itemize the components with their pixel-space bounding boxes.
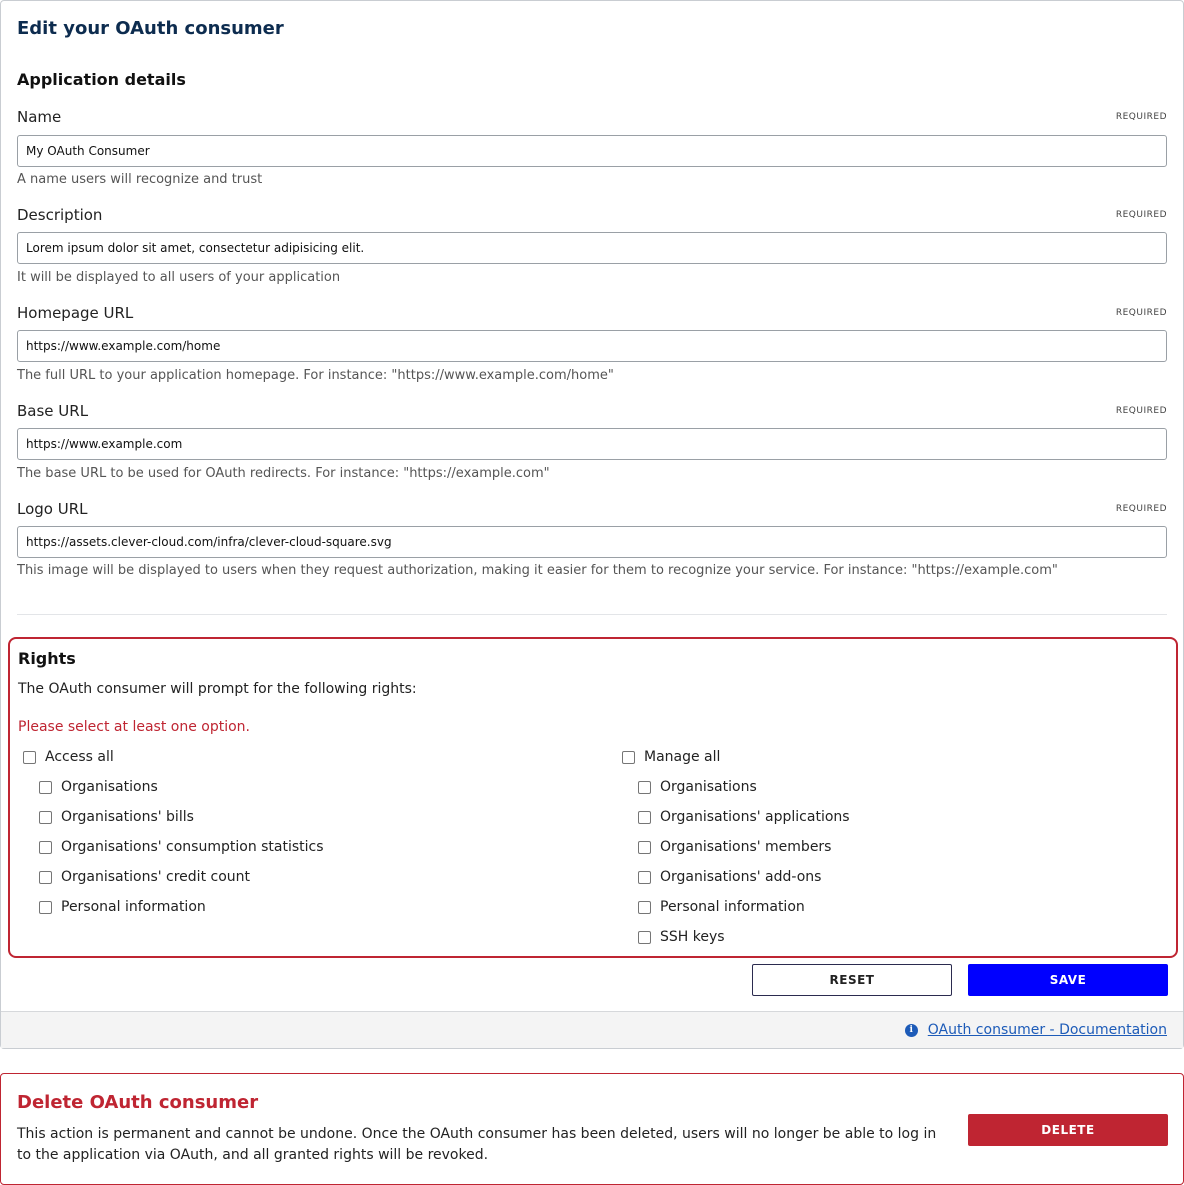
checkbox-box[interactable] bbox=[638, 780, 651, 794]
checkbox-box[interactable] bbox=[23, 750, 36, 764]
logo-url-label: Logo URL bbox=[17, 500, 88, 518]
description-input[interactable]: Lorem ipsum dolor sit amet, consectetur … bbox=[17, 232, 1167, 264]
access-credit-count-checkbox[interactable]: Organisations' credit count bbox=[39, 869, 250, 885]
checkbox-box[interactable] bbox=[638, 900, 651, 914]
homepage-url-required-tag: REQUIRED bbox=[1115, 308, 1167, 318]
homepage-url-field: Homepage URL REQUIRED https://www.exampl… bbox=[17, 304, 1167, 384]
delete-heading: Delete OAuth consumer bbox=[17, 1092, 259, 1113]
manage-all-label: Manage all bbox=[644, 749, 721, 765]
access-all-checkbox[interactable]: Access all bbox=[23, 749, 114, 765]
base-url-field: Base URL REQUIRED https://www.example.co… bbox=[17, 402, 1167, 482]
manage-addons-checkbox[interactable]: Organisations' add-ons bbox=[638, 869, 821, 885]
checkbox-box[interactable] bbox=[638, 840, 651, 854]
documentation-link-text: OAuth consumer - Documentation bbox=[927, 1022, 1167, 1038]
manage-members-label: Organisations' members bbox=[660, 839, 832, 855]
logo-url-field: Logo URL REQUIRED https://assets.clever-… bbox=[17, 500, 1167, 580]
checkbox-box[interactable] bbox=[39, 870, 52, 884]
access-organisations-bills-checkbox[interactable]: Organisations' bills bbox=[39, 809, 194, 825]
manage-ssh-keys-label: SSH keys bbox=[660, 929, 725, 945]
access-consumption-statistics-label: Organisations' consumption statistics bbox=[61, 839, 324, 855]
checkbox-box[interactable] bbox=[39, 840, 52, 854]
manage-ssh-keys-checkbox[interactable]: SSH keys bbox=[638, 929, 725, 945]
access-consumption-statistics-checkbox[interactable]: Organisations' consumption statistics bbox=[39, 839, 324, 855]
manage-applications-checkbox[interactable]: Organisations' applications bbox=[638, 809, 850, 825]
rights-intro-text: The OAuth consumer will prompt for the f… bbox=[18, 681, 417, 697]
access-personal-information-checkbox[interactable]: Personal information bbox=[39, 899, 206, 915]
section-divider bbox=[17, 614, 1167, 615]
logo-url-help-text: This image will be displayed to users wh… bbox=[17, 563, 1058, 578]
description-label: Description bbox=[17, 206, 103, 224]
save-button[interactable]: SAVE bbox=[968, 964, 1168, 996]
base-url-input[interactable]: https://www.example.com bbox=[17, 428, 1167, 460]
card-footer: i OAuth consumer - Documentation bbox=[1, 1011, 1183, 1048]
base-url-label: Base URL bbox=[17, 402, 89, 420]
delete-oauth-consumer-card: Delete OAuth consumer This action is per… bbox=[0, 1073, 1184, 1185]
manage-addons-label: Organisations' add-ons bbox=[660, 869, 822, 885]
manage-all-checkbox[interactable]: Manage all bbox=[622, 749, 720, 765]
description-required-tag: REQUIRED bbox=[1115, 210, 1167, 220]
name-required-tag: REQUIRED bbox=[1115, 112, 1167, 122]
name-label: Name bbox=[17, 108, 62, 126]
base-url-help-text: The base URL to be used for OAuth redire… bbox=[17, 466, 550, 481]
description-field: Description REQUIRED Lorem ipsum dolor s… bbox=[17, 206, 1167, 286]
access-credit-count-label: Organisations' credit count bbox=[61, 869, 251, 885]
checkbox-box[interactable] bbox=[638, 810, 651, 824]
rights-error-message: Please select at least one option. bbox=[18, 719, 250, 735]
page-title: Edit your OAuth consumer bbox=[17, 18, 284, 39]
name-help-text: A name users will recognize and trust bbox=[17, 172, 263, 187]
manage-personal-information-label: Personal information bbox=[660, 899, 805, 915]
rights-section: Rights The OAuth consumer will prompt fo… bbox=[8, 637, 1178, 958]
manage-members-checkbox[interactable]: Organisations' members bbox=[638, 839, 831, 855]
checkbox-box[interactable] bbox=[39, 900, 52, 914]
manage-applications-label: Organisations' applications bbox=[660, 809, 850, 825]
checkbox-box[interactable] bbox=[622, 750, 635, 764]
access-organisations-bills-label: Organisations' bills bbox=[61, 809, 194, 825]
homepage-url-help-text: The full URL to your application homepag… bbox=[17, 368, 614, 383]
checkbox-box[interactable] bbox=[638, 930, 651, 944]
delete-button[interactable]: DELETE bbox=[968, 1114, 1168, 1146]
edit-oauth-consumer-card: Edit your OAuth consumer Application det… bbox=[0, 0, 1184, 1049]
access-all-label: Access all bbox=[45, 749, 114, 765]
access-personal-information-label: Personal information bbox=[61, 899, 206, 915]
homepage-url-label: Homepage URL bbox=[17, 304, 134, 322]
name-input[interactable]: My OAuth Consumer bbox=[17, 135, 1167, 167]
delete-warning-text: This action is permanent and cannot be u… bbox=[17, 1126, 937, 1163]
access-organisations-label: Organisations bbox=[61, 779, 158, 795]
description-help-text: It will be displayed to all users of you… bbox=[17, 270, 341, 285]
reset-button[interactable]: RESET bbox=[752, 964, 952, 996]
checkbox-box[interactable] bbox=[39, 810, 52, 824]
manage-organisations-label: Organisations bbox=[660, 779, 757, 795]
rights-heading: Rights bbox=[18, 649, 76, 668]
manage-personal-information-checkbox[interactable]: Personal information bbox=[638, 899, 805, 915]
logo-url-required-tag: REQUIRED bbox=[1115, 504, 1167, 514]
info-icon: i bbox=[904, 1023, 918, 1037]
manage-organisations-checkbox[interactable]: Organisations bbox=[638, 779, 757, 795]
base-url-required-tag: REQUIRED bbox=[1115, 406, 1167, 416]
homepage-url-input[interactable]: https://www.example.com/home bbox=[17, 330, 1167, 362]
name-field: Name REQUIRED My OAuth Consumer A name u… bbox=[17, 108, 1167, 188]
logo-url-input[interactable]: https://assets.clever-cloud.com/infra/cl… bbox=[17, 526, 1167, 558]
checkbox-box[interactable] bbox=[638, 870, 651, 884]
application-details-heading: Application details bbox=[17, 70, 186, 89]
access-organisations-checkbox[interactable]: Organisations bbox=[39, 779, 158, 795]
documentation-link[interactable]: i OAuth consumer - Documentation bbox=[904, 1022, 1167, 1038]
checkbox-box[interactable] bbox=[39, 780, 52, 794]
